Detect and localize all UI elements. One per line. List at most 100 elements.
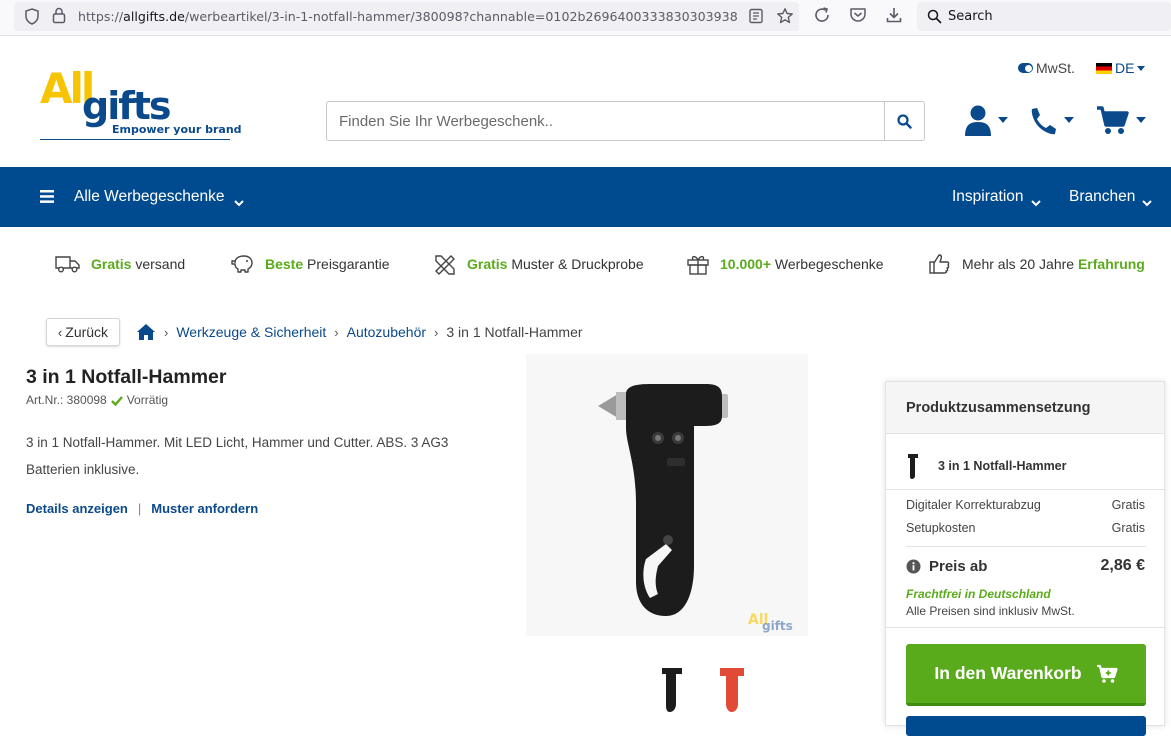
divider bbox=[886, 627, 1164, 628]
usp-experience: Mehr als 20 Jahre Erfahrung bbox=[928, 253, 1145, 275]
account-menu[interactable] bbox=[964, 103, 1008, 137]
german-flag-icon bbox=[1096, 62, 1112, 74]
address-bar[interactable]: https://allgifts.de/werbeartikel/3-in-1-… bbox=[14, 2, 799, 31]
request-sample-link[interactable]: Muster anfordern bbox=[151, 501, 258, 516]
browser-search-bar[interactable]: Search bbox=[917, 2, 1171, 31]
panel-product-row: 3 in 1 Notfall-Hammer bbox=[906, 452, 1067, 480]
link-separator: | bbox=[137, 501, 142, 516]
stock-status: Vorrätig bbox=[126, 393, 169, 407]
proof-row: Digitaler Korrekturabzug Gratis bbox=[906, 498, 1145, 512]
chevron-down-icon[interactable] bbox=[1142, 194, 1152, 212]
site-search-input[interactable]: Finden Sie Ihr Werbegeschenk.. bbox=[326, 101, 925, 141]
chevron-down-icon[interactable] bbox=[234, 194, 244, 212]
usp-bold: Beste bbox=[265, 256, 304, 272]
breadcrumb-link[interactable]: Autozubehör bbox=[347, 324, 426, 340]
product-meta: Art.Nr.: 380098 Vorrätig bbox=[26, 393, 168, 407]
user-icon bbox=[965, 105, 991, 136]
hamburger-menu-icon[interactable] bbox=[40, 190, 54, 208]
url-text[interactable]: https://allgifts.de/werbeartikel/3-in-1-… bbox=[78, 9, 738, 24]
add-to-cart-label: In den Warenkorb bbox=[934, 663, 1082, 683]
price-label: Preis ab bbox=[929, 557, 988, 575]
logo-gifts-text: gifts bbox=[82, 84, 172, 128]
product-thumbnail-icon bbox=[908, 454, 918, 479]
emergency-hammer-image: All gifts bbox=[526, 354, 808, 636]
chevron-right-icon: › bbox=[164, 324, 169, 340]
usp-text: versand bbox=[135, 256, 186, 272]
language-selector[interactable]: DE bbox=[1096, 60, 1146, 76]
usp-price-guarantee: Beste Preisgarantie bbox=[231, 253, 390, 275]
pocket-icon[interactable] bbox=[849, 6, 867, 29]
price-value: 2,86 € bbox=[1100, 557, 1145, 574]
thumbnail-black[interactable] bbox=[652, 660, 692, 716]
lock-icon[interactable] bbox=[52, 7, 66, 29]
allgifts-logo[interactable]: All gifts Empower your brand bbox=[40, 68, 242, 140]
thumbnail-red[interactable] bbox=[712, 660, 752, 716]
add-to-cart-button[interactable]: In den Warenkorb bbox=[906, 644, 1146, 706]
svg-text:gifts: gifts bbox=[762, 619, 793, 633]
product-title: 3 in 1 Notfall-Hammer bbox=[26, 366, 227, 388]
cart-plus-icon bbox=[1096, 664, 1118, 683]
caret-down-icon bbox=[998, 117, 1008, 123]
product-image[interactable]: All gifts bbox=[526, 354, 808, 636]
search-icon bbox=[927, 9, 942, 29]
usp-text: Preisgarantie bbox=[307, 256, 390, 272]
caret-down-icon bbox=[1064, 117, 1074, 123]
mwst-label: MwSt. bbox=[1036, 60, 1075, 76]
back-label: Zurück bbox=[65, 324, 109, 340]
proof-value: Gratis bbox=[1111, 498, 1145, 512]
usp-bold: Erfahrung bbox=[1077, 256, 1145, 272]
ruler-pencil-icon bbox=[435, 255, 455, 275]
toggle-icon[interactable] bbox=[1018, 63, 1033, 73]
phone-icon bbox=[1031, 108, 1056, 135]
downloads-icon[interactable] bbox=[885, 6, 903, 29]
secondary-action-button[interactable] bbox=[906, 716, 1146, 736]
usp-gift-count: 10.000+ Werbegeschenke bbox=[686, 253, 884, 275]
chevron-right-icon: › bbox=[334, 324, 339, 340]
usp-text: Muster & Druckprobe bbox=[511, 256, 644, 272]
reload-icon[interactable] bbox=[813, 6, 831, 29]
breadcrumb-current: 3 in 1 Notfall-Hammer bbox=[446, 324, 583, 340]
caret-down-icon bbox=[1137, 65, 1146, 71]
browser-toolbar: https://allgifts.de/werbeartikel/3-in-1-… bbox=[0, 0, 1171, 36]
mwst-toggle[interactable]: MwSt. bbox=[1018, 60, 1075, 76]
panel-header: Produktzusammensetzung bbox=[886, 382, 1164, 434]
price-row: Preis ab 2,86 € bbox=[906, 557, 1145, 575]
breadcrumb: › Werkzeuge & Sicherheit › Autozubehör ›… bbox=[136, 323, 583, 341]
article-number: Art.Nr.: 380098 bbox=[26, 393, 107, 407]
usp-bold: Gratis bbox=[467, 256, 508, 272]
setup-value: Gratis bbox=[1111, 521, 1145, 535]
nav-inspiration[interactable]: Inspiration bbox=[952, 188, 1024, 206]
nav-all-gifts[interactable]: Alle Werbegeschenke bbox=[74, 188, 225, 206]
free-shipping-note: Frachtfrei in Deutschland bbox=[906, 587, 1051, 601]
nav-branchen[interactable]: Branchen bbox=[1069, 188, 1135, 206]
product-links: Details anzeigen | Muster anfordern bbox=[26, 501, 258, 516]
chevron-right-icon: › bbox=[434, 324, 439, 340]
shopping-cart-icon bbox=[1097, 106, 1129, 134]
vat-note: Alle Preisen sind inklusiv MwSt. bbox=[906, 604, 1075, 618]
thumbs-up-icon bbox=[929, 254, 950, 274]
bookmark-star-icon[interactable] bbox=[776, 7, 794, 30]
usp-bold: Gratis bbox=[91, 256, 132, 272]
setup-row: Setupkosten Gratis bbox=[906, 521, 1145, 535]
tracking-protection-icon[interactable] bbox=[24, 8, 40, 30]
home-icon[interactable] bbox=[136, 323, 156, 341]
reader-view-icon[interactable] bbox=[748, 8, 764, 29]
back-button[interactable]: ‹ Zurück bbox=[46, 318, 120, 346]
search-icon bbox=[897, 113, 912, 129]
breadcrumb-link[interactable]: Werkzeuge & Sicherheit bbox=[176, 324, 326, 340]
usp-text: Mehr als 20 Jahre bbox=[962, 256, 1075, 272]
piggy-bank-icon bbox=[231, 255, 253, 273]
chevron-left-icon: ‹ bbox=[57, 324, 63, 340]
cart-menu[interactable] bbox=[1096, 103, 1146, 137]
info-icon[interactable] bbox=[906, 559, 921, 574]
divider bbox=[906, 546, 1146, 547]
site-search-placeholder: Finden Sie Ihr Werbegeschenk.. bbox=[339, 113, 554, 130]
site-search-button[interactable] bbox=[884, 102, 924, 140]
contact-menu[interactable] bbox=[1028, 103, 1074, 137]
checkmark-icon bbox=[110, 395, 123, 406]
panel-title: Produktzusammensetzung bbox=[906, 400, 1091, 416]
usp-free-shipping: Gratis versand bbox=[55, 253, 185, 275]
language-label: DE bbox=[1115, 60, 1135, 76]
details-link[interactable]: Details anzeigen bbox=[26, 501, 128, 516]
chevron-down-icon[interactable] bbox=[1031, 194, 1041, 212]
